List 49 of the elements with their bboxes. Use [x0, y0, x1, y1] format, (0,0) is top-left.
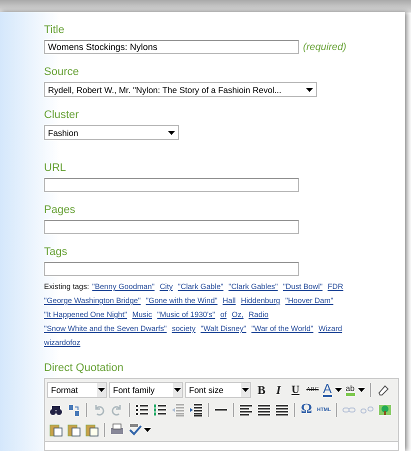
input-field[interactable]: Womens Stockings: Nylons [44, 40, 299, 54]
field-label: Direct Quotation [44, 362, 124, 375]
caret-icon [98, 388, 105, 392]
clipboard-icon [85, 423, 99, 437]
field-label: URL [44, 162, 68, 175]
toolbar-button[interactable] [187, 401, 205, 419]
underline-button[interactable]: U [287, 381, 304, 399]
tree-picture-icon [378, 403, 392, 417]
clipboard-icon [67, 423, 81, 437]
text-color-button[interactable]: A [321, 381, 344, 399]
align-right-icon [275, 403, 289, 417]
field-label: Tags [44, 246, 68, 259]
caret-icon [306, 88, 313, 92]
redo-icon [110, 403, 124, 417]
numbered-list-icon [153, 403, 167, 417]
field-label: Pages [44, 204, 76, 217]
spellcheck-icon [128, 423, 142, 437]
printer-icon [110, 423, 124, 437]
binoculars-icon [49, 403, 63, 417]
input-field[interactable] [44, 220, 299, 234]
caret-icon [174, 388, 181, 392]
caret-icon [144, 428, 151, 432]
indent-icon [189, 403, 203, 417]
highlight-color-button[interactable]: ab [344, 381, 367, 399]
caret-icon [334, 388, 342, 392]
replace-icon [67, 403, 81, 417]
outdent-icon [171, 403, 185, 417]
field-label: Source [44, 66, 80, 79]
align-center-icon [257, 403, 271, 417]
field-label: Title [44, 24, 66, 37]
dropdown-field[interactable]: Rydell, Robert W., Mr. "Nylon: The Story of a Fashioin Revol... [44, 82, 317, 97]
input-field[interactable] [44, 178, 299, 192]
editor-dropdown[interactable]: Font family [109, 382, 183, 398]
eraser-icon [376, 383, 390, 397]
italic-button[interactable]: I [270, 381, 287, 399]
special-character-button[interactable]: Ω [298, 401, 315, 419]
bold-button[interactable]: B [253, 381, 270, 399]
caret-icon [358, 388, 365, 392]
clipboard-icon [49, 423, 63, 437]
bullet-list-icon [135, 403, 149, 417]
required-note: (required) [303, 42, 346, 52]
dropdown-field[interactable]: Fashion [44, 125, 179, 140]
field-label: Cluster [44, 109, 80, 122]
editor-dropdown[interactable]: Font size [185, 382, 251, 398]
input-field[interactable] [44, 262, 299, 276]
caret-icon [168, 130, 175, 134]
align-left-icon [239, 403, 253, 417]
caret-icon [242, 388, 249, 392]
editor-dropdown[interactable]: Format [47, 382, 107, 398]
